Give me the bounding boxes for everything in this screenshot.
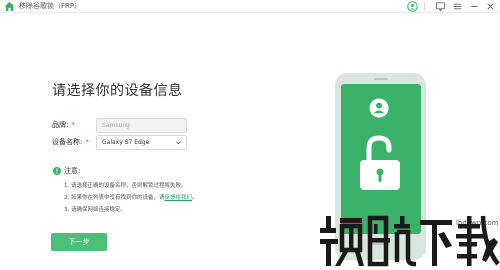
note-line-1: 1. 请选择正确的设备名称，否则解锁过程将失败。 <box>64 183 187 189</box>
page-title: 请选择你的设备信息 <box>52 83 183 99</box>
watermark-logo <box>320 215 500 267</box>
note-line-3: 3. 请确保网络连接稳定。 <box>64 207 126 213</box>
app-title: 移除谷歌锁（FRP） <box>19 2 82 10</box>
unlock-icon <box>360 135 400 190</box>
required-mark: * <box>85 138 89 146</box>
menu-icon[interactable] <box>452 1 463 12</box>
close-icon[interactable] <box>485 1 496 12</box>
account-icon[interactable] <box>407 1 418 12</box>
brand-field: Samsung <box>96 118 187 133</box>
device-select-value: Galaxy S7 Edge <box>102 139 150 146</box>
home-icon[interactable] <box>4 1 15 12</box>
device-label-text: 设备名称: <box>52 138 83 146</box>
note-line-2-text: 2. 如果你在列表中没有找到你的设备，请 <box>64 195 165 201</box>
titlebar-divider <box>424 2 425 11</box>
note-line-2-end: 。 <box>192 195 198 201</box>
title-bar: 移除谷歌锁（FRP） <box>0 0 500 13</box>
user-icon <box>369 98 389 118</box>
notes-title: 注意: <box>64 167 81 175</box>
device-select[interactable]: Galaxy S7 Edge <box>96 135 187 150</box>
note-line-2: 2. 如果你在列表中没有找到你的设备，请反馈给我们。 <box>64 194 198 202</box>
chevron-down-icon <box>176 141 181 145</box>
device-label: 设备名称: * <box>52 137 89 147</box>
next-button[interactable]: 下一步 <box>51 233 107 251</box>
phone-speaker <box>374 78 388 80</box>
feedback-icon[interactable] <box>435 1 446 12</box>
minimize-icon[interactable] <box>469 1 480 12</box>
info-icon <box>53 167 61 175</box>
required-mark: * <box>71 121 75 129</box>
brand-label-text: 品牌: <box>52 121 69 129</box>
brand-label: 品牌: * <box>52 120 75 130</box>
feedback-link[interactable]: 反馈给我们 <box>165 195 193 201</box>
